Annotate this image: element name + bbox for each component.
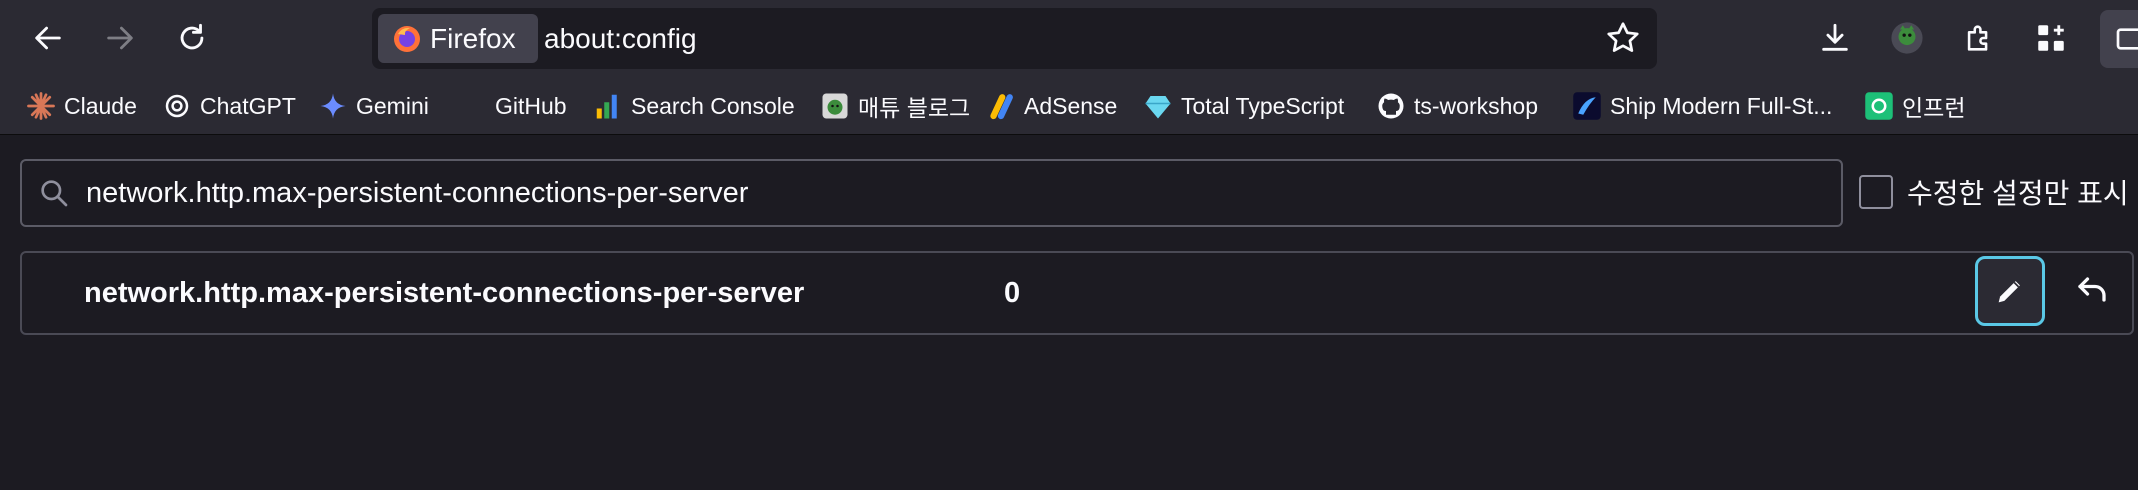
- url-bar[interactable]: Firefox about:config: [372, 8, 1657, 69]
- arrow-right-icon: [107, 26, 133, 50]
- browser-toolbar: Firefox about:config: [0, 0, 2138, 78]
- bookmark-adsense[interactable]: AdSense: [986, 86, 1117, 126]
- reload-button[interactable]: [164, 10, 220, 66]
- bookmark-ts-workshop[interactable]: ts-workshop: [1376, 86, 1538, 126]
- bookmark-total-typescript[interactable]: Total TypeScript: [1143, 86, 1344, 126]
- blog-avatar-icon: [820, 91, 850, 121]
- sidebar-toggle-button[interactable]: [2100, 10, 2138, 68]
- pref-name: network.http.max-persistent-connections-…: [84, 277, 805, 309]
- pref-value: 0: [1004, 277, 1021, 309]
- bookmark-search-console[interactable]: Search Console: [593, 86, 795, 126]
- github-icon: [1376, 91, 1406, 121]
- extensions-button[interactable]: [1953, 12, 2005, 64]
- arrow-left-icon: [35, 26, 61, 50]
- bookmark-star-icon[interactable]: [1605, 20, 1641, 56]
- pencil-icon: [1998, 281, 2020, 303]
- apps-button[interactable]: [2025, 12, 2077, 64]
- bookmarks-toolbar: Claude ChatGPT Gemini GitHub Search Cons…: [0, 78, 2138, 135]
- show-modified-toggle[interactable]: 수정한 설정만 표시: [1859, 172, 2129, 212]
- gemini-icon: [318, 91, 348, 121]
- edit-button[interactable]: [1975, 256, 2045, 326]
- diamond-icon: [1143, 91, 1173, 121]
- bookmark-gemini[interactable]: Gemini: [318, 86, 429, 126]
- adsense-icon: [986, 91, 1016, 121]
- avatar-icon: [1891, 22, 1923, 54]
- sidebar-icon: [2116, 28, 2138, 50]
- search-icon: [41, 180, 68, 207]
- show-modified-label: 수정한 설정만 표시: [1907, 178, 2129, 209]
- forward-button[interactable]: [92, 10, 148, 66]
- downloads-button[interactable]: [1809, 12, 1861, 64]
- bookmark-chatgpt[interactable]: ChatGPT: [162, 86, 296, 126]
- pref-row: network.http.max-persistent-connections-…: [20, 251, 2134, 335]
- bookmark-inflearn[interactable]: 인프런: [1864, 86, 1965, 126]
- bookmark-ship-modern[interactable]: Ship Modern Full-St...: [1572, 86, 1832, 126]
- chatgpt-icon: [162, 91, 192, 121]
- puzzle-icon: [1967, 25, 1988, 51]
- undo-icon: [2078, 277, 2106, 302]
- download-icon: [1822, 23, 1848, 51]
- back-button[interactable]: [20, 10, 76, 66]
- firefox-icon: [394, 25, 420, 52]
- url-text[interactable]: about:config: [544, 8, 697, 69]
- search-value[interactable]: network.http.max-persistent-connections-…: [86, 161, 748, 225]
- grid-plus-icon: [2038, 25, 2064, 51]
- ship-icon: [1572, 91, 1602, 121]
- github-blank-icon: [457, 91, 487, 121]
- profile-avatar[interactable]: [1881, 12, 1933, 64]
- show-modified-checkbox[interactable]: [1859, 175, 1893, 209]
- config-search-input[interactable]: network.http.max-persistent-connections-…: [20, 159, 1843, 227]
- search-console-icon: [593, 91, 623, 121]
- reload-icon: [180, 23, 204, 50]
- bookmark-github[interactable]: GitHub: [457, 86, 567, 126]
- reset-button[interactable]: [2062, 261, 2122, 321]
- identity-label: Firefox: [430, 22, 516, 54]
- bookmark-claude[interactable]: Claude: [26, 86, 137, 126]
- claude-icon: [26, 91, 56, 121]
- bookmark-blog[interactable]: 매튜 블로그: [820, 86, 970, 126]
- inflearn-icon: [1864, 91, 1894, 121]
- identity-box[interactable]: Firefox: [378, 14, 538, 63]
